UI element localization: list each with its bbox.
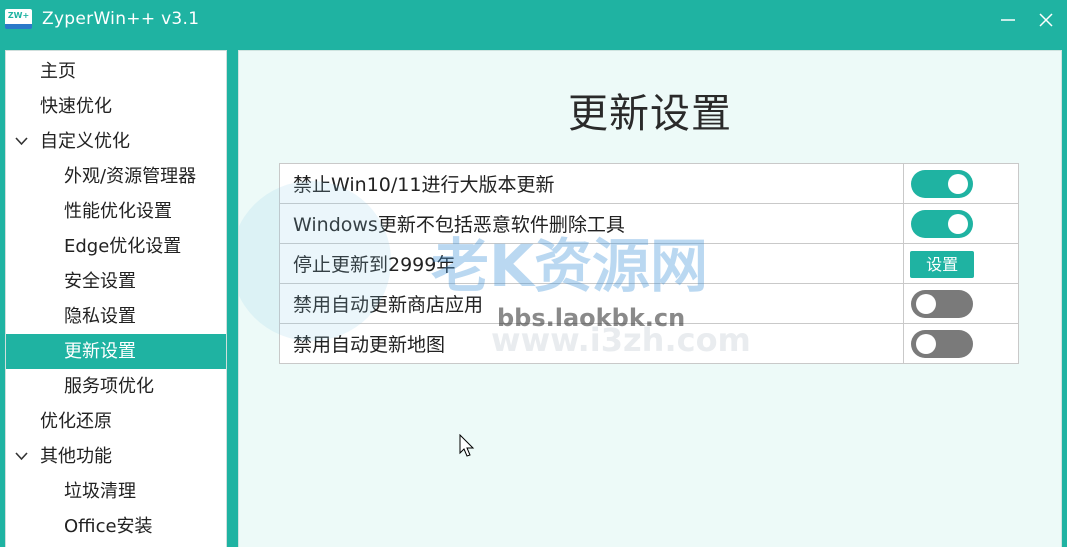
sidebar-item-label: 安全设置 <box>64 271 136 292</box>
setting-control-cell <box>903 163 1019 204</box>
settings-row: Windows更新不包括恶意软件删除工具 <box>278 203 1019 244</box>
sidebar-item-office-install[interactable]: Office安装 <box>6 509 226 544</box>
setting-label: 禁用自动更新地图 <box>278 323 905 364</box>
sidebar-item-label: 快速优化 <box>40 96 112 117</box>
sidebar-item-label: Edge优化设置 <box>64 236 182 257</box>
settings-row: 停止更新到2999年 设置 <box>278 243 1019 284</box>
sidebar-item-label: 性能优化设置 <box>64 201 172 222</box>
sidebar-item-label: 更新设置 <box>64 341 136 362</box>
setting-label: Windows更新不包括恶意软件删除工具 <box>278 203 905 244</box>
sidebar-item-privacy[interactable]: 隐私设置 <box>6 299 226 334</box>
sidebar-item-home[interactable]: 主页 <box>6 54 226 89</box>
toggle-knob <box>916 334 937 354</box>
setting-control-cell: 设置 <box>903 243 1019 284</box>
set-button[interactable]: 设置 <box>910 251 975 278</box>
sidebar-nav: 主页 快速优化 自定义优化 外观/资源管理器 性能优化设置 Edge优化设置 安… <box>5 50 227 547</box>
setting-control-cell <box>903 323 1019 364</box>
sidebar-item-label: 隐私设置 <box>64 306 136 327</box>
close-icon <box>1039 13 1053 27</box>
settings-table: 禁止Win10/11进行大版本更新 Windows更新不包括恶意软件删除工具 停… <box>278 163 1019 364</box>
sidebar-item-label: 垃圾清理 <box>64 481 136 502</box>
sidebar-item-label: Office安装 <box>64 516 153 537</box>
setting-label: 禁止Win10/11进行大版本更新 <box>278 163 905 204</box>
setting-control-cell <box>903 203 1019 244</box>
close-button[interactable] <box>1031 6 1061 34</box>
toggle-knob <box>948 214 969 234</box>
sidebar-item-edge[interactable]: Edge优化设置 <box>6 229 226 264</box>
sidebar-item-label: 主页 <box>40 61 76 82</box>
minimize-button[interactable] <box>993 6 1023 34</box>
toggle-switch[interactable] <box>911 210 974 238</box>
toggle-switch[interactable] <box>911 330 974 358</box>
chevron-down-icon[interactable] <box>14 134 29 149</box>
sidebar-item-update-settings[interactable]: 更新设置 <box>6 334 226 369</box>
settings-row: 禁止Win10/11进行大版本更新 <box>278 163 1019 204</box>
sidebar-item-security[interactable]: 安全设置 <box>6 264 226 299</box>
sidebar-item-label: 外观/资源管理器 <box>64 166 197 187</box>
sidebar-item-other-features[interactable]: 其他功能 <box>6 439 226 474</box>
toggle-knob <box>948 174 969 194</box>
title-bar: ZW+ ZyperWin++ v3.1 <box>0 0 1067 40</box>
setting-label: 禁用自动更新商店应用 <box>278 283 905 324</box>
sidebar-item-services[interactable]: 服务项优化 <box>6 369 226 404</box>
sidebar-item-label: 优化还原 <box>40 411 112 432</box>
sidebar-item-appearance-explorer[interactable]: 外观/资源管理器 <box>6 159 226 194</box>
window-title: ZyperWin++ v3.1 <box>42 9 200 29</box>
setting-label: 停止更新到2999年 <box>278 243 905 284</box>
sidebar-item-restore[interactable]: 优化还原 <box>6 404 226 439</box>
toggle-switch[interactable] <box>911 290 974 318</box>
sidebar-item-custom-optimize[interactable]: 自定义优化 <box>6 124 226 159</box>
toggle-switch[interactable] <box>911 170 974 198</box>
page-title: 更新设置 <box>568 91 732 137</box>
main-panel: 更新设置 禁止Win10/11进行大版本更新 Windows更新不包括恶意软件删… <box>238 50 1062 547</box>
chevron-down-icon[interactable] <box>14 449 29 464</box>
sidebar-item-quick-optimize[interactable]: 快速优化 <box>6 89 226 124</box>
sidebar-item-junk-cleanup[interactable]: 垃圾清理 <box>6 474 226 509</box>
setting-control-cell <box>903 283 1019 324</box>
sidebar-item-label: 自定义优化 <box>40 131 130 152</box>
sidebar-item-performance[interactable]: 性能优化设置 <box>6 194 226 229</box>
sidebar-item-label: 服务项优化 <box>64 376 154 397</box>
settings-row: 禁用自动更新地图 <box>278 323 1019 364</box>
toggle-knob <box>916 294 937 314</box>
app-logo-icon: ZW+ <box>5 9 32 29</box>
sidebar-item-label: 其他功能 <box>40 446 112 467</box>
settings-row: 禁用自动更新商店应用 <box>278 283 1019 324</box>
mouse-cursor-icon <box>459 434 475 457</box>
minimize-icon <box>1001 19 1015 21</box>
